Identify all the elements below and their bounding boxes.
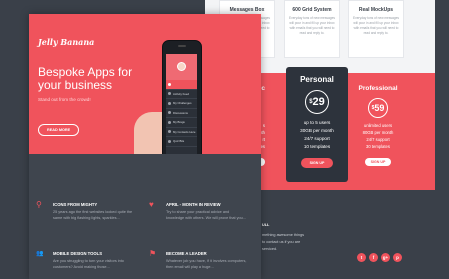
phone-menu-item[interactable]: [166, 80, 197, 90]
phone-menu-item[interactable]: Quiz Bits: [166, 137, 197, 147]
read-more-button[interactable]: READ MORE: [38, 124, 80, 136]
price-circle: $59: [368, 98, 388, 118]
logo[interactable]: Jelly Banana: [38, 37, 94, 47]
hero-title: Bespoke Apps for your business: [38, 65, 133, 92]
feature-text: Whatever job you have, if it involves co…: [166, 259, 247, 270]
feature-card-real-mockups: Real MockUps Everyday tons of new messag…: [348, 0, 404, 58]
plan-title: Personal: [300, 75, 334, 84]
feature-text: Try to share your practical advice and k…: [166, 210, 246, 221]
hero-section: Jelly Banana Bespoke Apps for your busin…: [29, 14, 261, 154]
menu-dot-icon: [168, 130, 171, 134]
plan-feature: unlimited users: [363, 123, 393, 128]
plan-feature: 30GB per month: [300, 128, 334, 133]
feature-card-title: Real MockUps: [358, 7, 394, 13]
sign-up-button[interactable]: SIGN UP: [364, 158, 392, 166]
feature-title[interactable]: MOBILE DESIGN TOOLS: [53, 251, 102, 256]
footer-line: serviced.: [262, 247, 278, 251]
social-links: t f g+ p: [357, 253, 402, 262]
plan-feature: up to 5 users: [303, 120, 331, 125]
location-pin-icon: ⚑: [149, 249, 157, 258]
phone-menu-item[interactable]: My Brags: [166, 118, 197, 128]
price-circle: $29: [305, 90, 329, 114]
feature-title[interactable]: ICONS FROM MIGHTY: [53, 202, 97, 207]
menu-label: Activity Feed: [173, 91, 190, 96]
facebook-icon[interactable]: f: [369, 253, 378, 262]
menu-dot-icon: [168, 111, 171, 115]
footer-line: mething awesome things: [262, 233, 304, 237]
avatar: [177, 62, 186, 71]
footer-line: to contact us if you are: [262, 240, 301, 244]
phone-menu-item[interactable]: My Contacts Here: [166, 128, 197, 137]
google-plus-icon[interactable]: g+: [381, 253, 390, 262]
plan-feature: 30 templates: [366, 144, 390, 149]
phone-speaker: [178, 45, 186, 47]
search-icon: ⚲: [36, 200, 42, 209]
menu-label: Quiz Bits: [173, 139, 185, 144]
feature-card-text: Everyday tons of new messages will pour …: [289, 16, 335, 35]
menu-label: My Contacts Here: [173, 129, 196, 134]
phone-profile: [166, 54, 197, 80]
phone-menu-item[interactable]: Activity Feed: [166, 90, 197, 99]
phone-menu-item[interactable]: Discussions: [166, 109, 197, 118]
stage: Messages Box Everyday tons of new messag…: [0, 0, 449, 279]
menu-label: My Challenges: [173, 101, 192, 106]
menu-label: Discussions: [173, 110, 188, 115]
feature-card-text: Everyday tons of new messages will pour …: [353, 16, 399, 35]
heart-icon: ♥: [149, 200, 154, 209]
menu-dot-icon: [168, 82, 171, 86]
phone-menu-item[interactable]: My Challenges: [166, 99, 197, 109]
price-value: 29: [312, 96, 325, 108]
menu-dot-icon: [168, 120, 171, 124]
price-value: 59: [374, 103, 385, 113]
feature-text: 25 years ago the first websites looked q…: [53, 210, 133, 221]
plan-title: Professional: [358, 85, 398, 92]
plan-feature: 10 templates: [303, 144, 331, 149]
twitter-icon[interactable]: t: [357, 253, 366, 262]
feature-text: Are you struggling to turn your visitors…: [53, 259, 124, 270]
feature-card-title: Messages Box: [229, 7, 265, 13]
menu-dot-icon: [168, 101, 171, 105]
feature-card-grid-system: 600 Grid System Everyday tons of new mes…: [284, 0, 340, 58]
plan-personal: Personal $29 up to 5 users 30GB per mont…: [286, 67, 348, 182]
menu-dot-icon: [168, 139, 171, 143]
footer-heading: ULL: [262, 223, 270, 227]
plan-professional: Professional $59 unlimited users 80GB pe…: [352, 85, 404, 168]
plan-feature: 24/7 support: [366, 137, 390, 142]
feature-title[interactable]: APRIL - MONTH IN REVIEW: [166, 202, 221, 207]
front-page: Jelly Banana Bespoke Apps for your busin…: [29, 14, 261, 279]
plan-feature: 80GB per month: [362, 130, 394, 135]
features-section: ⚲ ICONS FROM MIGHTY 25 years ago the fir…: [29, 154, 261, 279]
background-edge: [435, 0, 449, 279]
hero-subtitle: Stand out from the crowd!: [38, 97, 91, 102]
phone-screen: Activity Feed My Challenges Discussions …: [166, 54, 197, 154]
pinterest-icon[interactable]: p: [393, 253, 402, 262]
menu-label: My Brags: [173, 120, 185, 125]
plan-feature: 24/7 support: [304, 136, 330, 141]
feature-card-title: 600 Grid System: [292, 7, 332, 13]
users-icon: 👥: [36, 251, 44, 257]
menu-dot-icon: [168, 92, 171, 96]
phone-mockup: Activity Feed My Challenges Discussions …: [162, 40, 202, 154]
sign-up-button[interactable]: SIGN UP: [300, 158, 334, 168]
feature-title[interactable]: BECOME A LEADER: [166, 251, 207, 256]
